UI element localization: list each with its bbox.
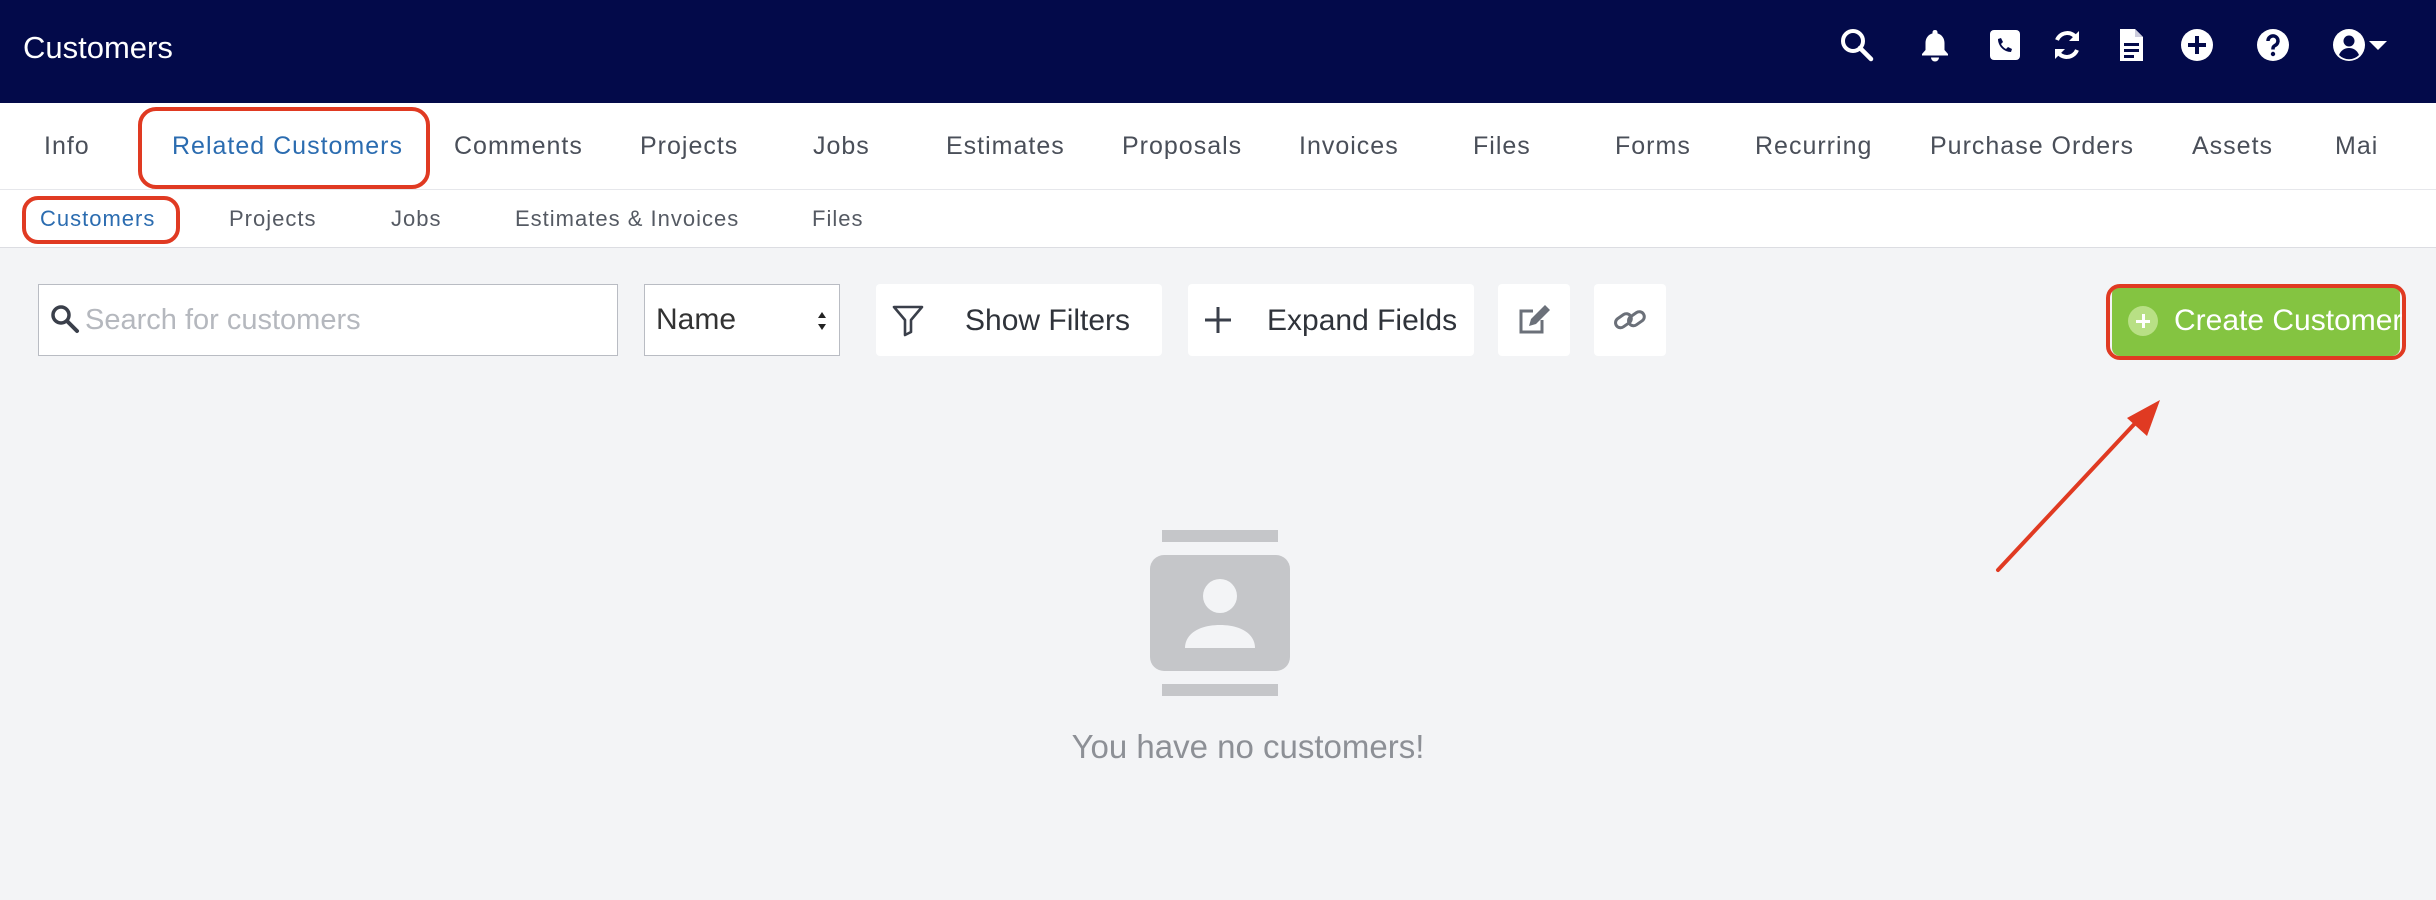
edit-icon bbox=[1519, 305, 1550, 334]
select-arrows-icon bbox=[818, 312, 826, 330]
sub-tabs: Customers Projects Jobs Estimates & Invo… bbox=[0, 190, 2436, 248]
empty-state-text: You have no customers! bbox=[1071, 728, 1425, 765]
tab-estimates[interactable]: Estimates bbox=[946, 103, 1065, 190]
tab-comments[interactable]: Comments bbox=[454, 103, 583, 190]
sort-select-value: Name bbox=[656, 303, 737, 336]
add-circle-icon bbox=[2128, 306, 2158, 336]
subtab-jobs[interactable]: Jobs bbox=[391, 190, 441, 248]
document-icon[interactable] bbox=[2110, 24, 2152, 66]
annotation-arrow bbox=[1996, 400, 2160, 572]
subtab-estimates-invoices[interactable]: Estimates & Invoices bbox=[515, 190, 739, 248]
show-filters-button[interactable]: Show Filters bbox=[876, 284, 1162, 356]
page-title: Customers bbox=[23, 30, 173, 65]
edit-button[interactable] bbox=[1498, 284, 1570, 356]
search-input[interactable] bbox=[85, 285, 605, 355]
subtab-projects[interactable]: Projects bbox=[229, 190, 316, 248]
tab-invoices[interactable]: Invoices bbox=[1299, 103, 1399, 190]
expand-fields-button[interactable]: Expand Fields bbox=[1188, 284, 1474, 356]
empty-state-message: You have no customers! bbox=[0, 728, 2436, 766]
plus-icon bbox=[1205, 307, 1231, 333]
search-icon[interactable] bbox=[1836, 24, 1878, 66]
contact-card-icon bbox=[1150, 530, 1290, 696]
bell-icon[interactable] bbox=[1914, 24, 1956, 66]
user-account-icon[interactable] bbox=[2328, 24, 2370, 66]
tab-projects[interactable]: Projects bbox=[640, 103, 738, 190]
create-customer-label: Create Customer bbox=[2174, 304, 2403, 337]
tab-proposals[interactable]: Proposals bbox=[1122, 103, 1242, 190]
create-customer-button[interactable]: Create Customer bbox=[2112, 286, 2403, 356]
tab-info[interactable]: Info bbox=[44, 103, 90, 190]
top-bar: Customers bbox=[0, 0, 2436, 103]
caret-down-icon[interactable] bbox=[2366, 24, 2390, 66]
sort-select[interactable]: Name bbox=[644, 284, 840, 356]
sync-icon[interactable] bbox=[2046, 24, 2088, 66]
add-circle-icon[interactable] bbox=[2176, 24, 2218, 66]
tab-files[interactable]: Files bbox=[1473, 103, 1531, 190]
expand-fields-label: Expand Fields bbox=[1267, 304, 1458, 337]
tab-jobs[interactable]: Jobs bbox=[813, 103, 870, 190]
phone-icon[interactable] bbox=[1984, 24, 2026, 66]
search-box bbox=[38, 284, 618, 356]
tab-overflow[interactable]: Mai bbox=[2335, 103, 2376, 190]
tab-recurring[interactable]: Recurring bbox=[1755, 103, 1872, 190]
subtab-customers[interactable]: Customers bbox=[40, 190, 155, 248]
main-tabs-strip: Info Related Customers Comments Projects… bbox=[0, 103, 2376, 190]
link-button[interactable] bbox=[1594, 284, 1666, 356]
search-icon bbox=[51, 305, 79, 333]
show-filters-label: Show Filters bbox=[965, 304, 1131, 337]
tab-assets[interactable]: Assets bbox=[2192, 103, 2273, 190]
tab-related-customers[interactable]: Related Customers bbox=[172, 103, 403, 190]
link-icon bbox=[1614, 310, 1646, 330]
tab-purchase-orders[interactable]: Purchase Orders bbox=[1930, 103, 2134, 190]
help-icon[interactable] bbox=[2252, 24, 2294, 66]
filter-icon bbox=[892, 305, 924, 337]
tab-forms[interactable]: Forms bbox=[1615, 103, 1691, 190]
subtab-files[interactable]: Files bbox=[812, 190, 863, 248]
